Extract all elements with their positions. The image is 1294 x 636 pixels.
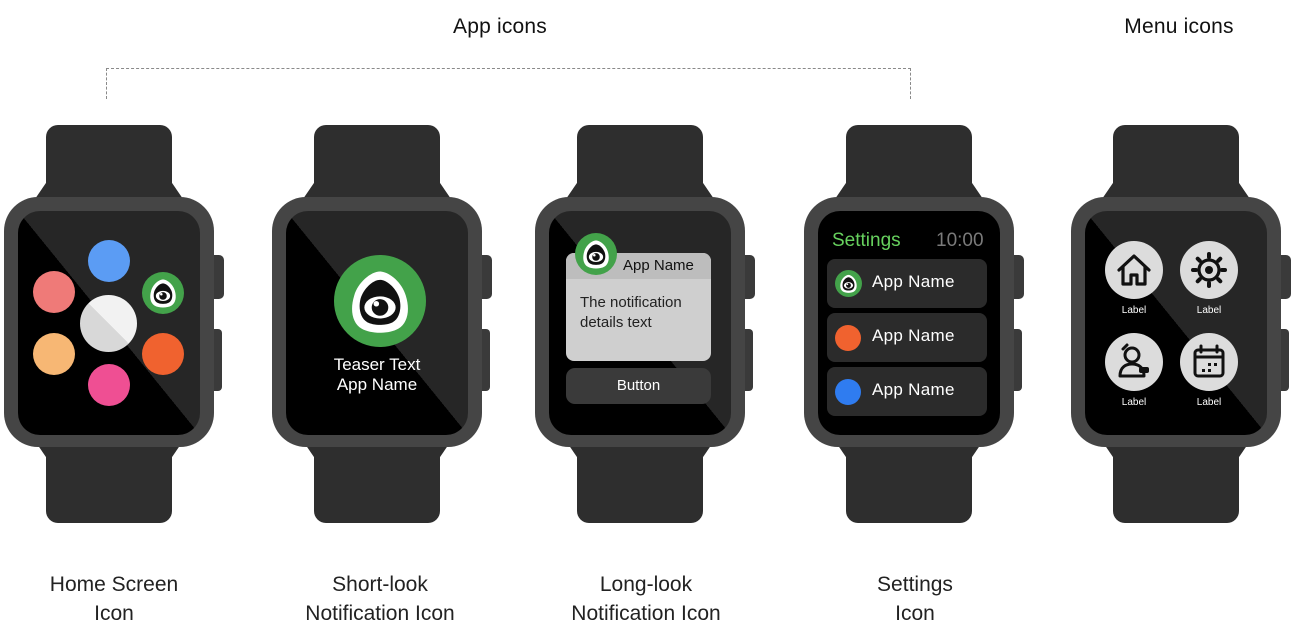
short-look-watch: Teaser Text App Name	[272, 125, 492, 523]
app-name: App Name	[336, 375, 418, 394]
app-dot-icon	[835, 379, 861, 405]
settings-title: Settings	[832, 230, 901, 251]
watch-screen: Label Label Label Label	[1085, 211, 1267, 435]
watch-screen	[18, 211, 200, 435]
app-dot-red-orange[interactable]	[142, 333, 184, 375]
settings-row[interactable]: App Name	[827, 367, 987, 416]
app-icons-bracket	[106, 68, 911, 99]
short-look-caption: Short-look Notification Icon	[305, 573, 455, 625]
app-icons-heading: App icons	[452, 15, 548, 38]
calendar-icon	[1193, 344, 1225, 378]
menu-label: Label	[1121, 397, 1147, 408]
menu-user-button[interactable]	[1105, 333, 1163, 391]
long-look-watch: App Name The notification details text B…	[535, 125, 755, 523]
app-dot-icon	[835, 325, 861, 351]
app-dot-blue[interactable]	[88, 240, 130, 282]
app-dot-pink[interactable]	[88, 364, 130, 406]
teaser-text: Teaser Text	[333, 355, 421, 374]
settings-row-label: App Name	[872, 326, 955, 345]
menu-icons-heading: Menu icons	[1124, 15, 1234, 38]
menu-label: Label	[1196, 305, 1222, 316]
notification-app-name: App Name	[623, 257, 694, 274]
long-look-caption: Long-look Notification Icon	[571, 573, 721, 625]
settings-row-label: App Name	[872, 380, 955, 399]
menu-calendar-button[interactable]	[1180, 333, 1238, 391]
home-icon	[1117, 254, 1151, 286]
settings-time: 10:00	[936, 230, 984, 251]
eye-app-icon[interactable]	[142, 272, 184, 314]
eye-app-icon	[334, 255, 426, 347]
settings-watch: Settings 10:00 App Name App Name App Nam…	[804, 125, 1024, 523]
eye-app-icon	[575, 233, 617, 275]
home-screen-watch	[4, 125, 224, 523]
settings-caption: Settings Icon	[877, 573, 953, 625]
menu-watch: Label Label Label Label	[1071, 125, 1291, 523]
settings-row-label: App Name	[872, 272, 955, 291]
eye-app-icon	[835, 270, 862, 297]
menu-label: Label	[1121, 305, 1147, 316]
gear-icon	[1191, 252, 1227, 288]
user-icon	[1118, 343, 1149, 378]
home-screen-caption: Home Screen Icon	[49, 573, 179, 625]
menu-label: Label	[1196, 397, 1222, 408]
notification-details: The notification details text	[580, 294, 682, 331]
menu-home-button[interactable]	[1105, 241, 1163, 299]
settings-row[interactable]: App Name	[827, 259, 987, 308]
app-dot-orange[interactable]	[33, 333, 75, 375]
notification-button[interactable]: Button	[566, 368, 711, 404]
app-dot-red[interactable]	[33, 271, 75, 313]
menu-settings-button[interactable]	[1180, 241, 1238, 299]
watch-screen: Teaser Text App Name	[286, 211, 468, 435]
settings-row[interactable]: App Name	[827, 313, 987, 362]
watch-screen: Settings 10:00 App Name App Name App Nam…	[818, 211, 1000, 435]
app-dot-white[interactable]	[80, 295, 137, 352]
watch-screen: App Name The notification details text B…	[549, 211, 731, 435]
